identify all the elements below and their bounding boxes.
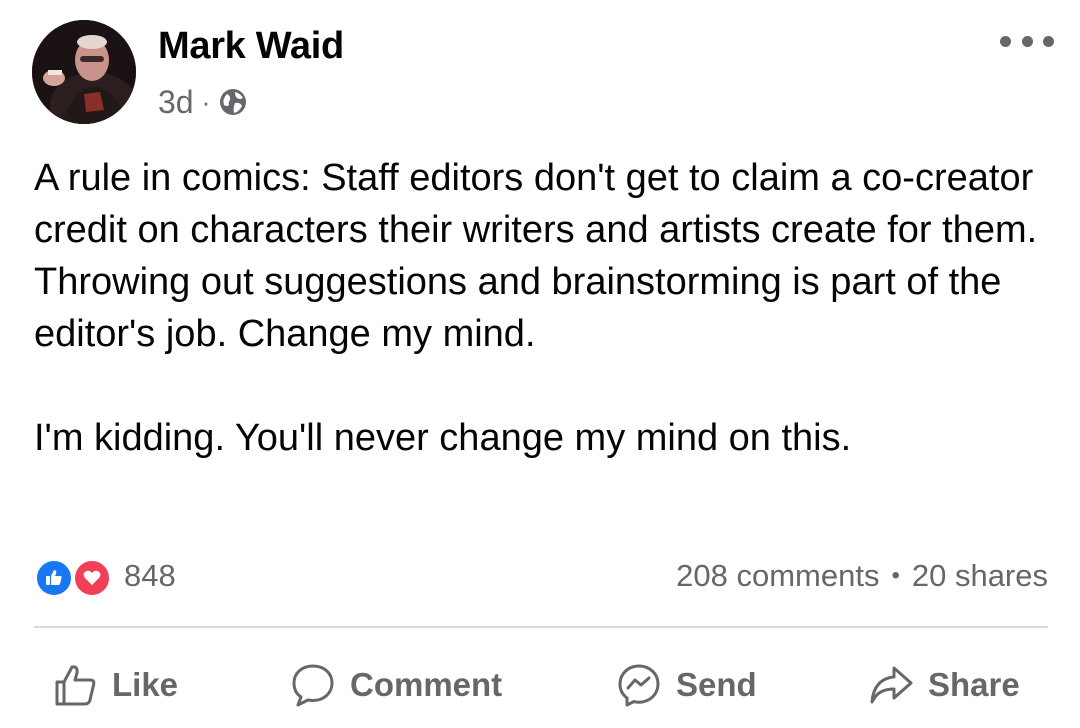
post-stats: 208 comments • 20 shares [676, 556, 1048, 596]
share-label: Share [928, 666, 1020, 703]
send-label: Send [676, 666, 757, 703]
thumbs-up-icon [55, 665, 96, 706]
comments-count-link[interactable]: 208 comments [676, 558, 879, 594]
post-time[interactable]: 3d [158, 84, 194, 121]
stats-separator: • [891, 562, 900, 589]
facebook-post: Mark Waid 3d · A rule in comics: Staff e… [0, 0, 1080, 728]
divider [34, 626, 1048, 628]
like-reaction-icon [34, 558, 74, 598]
avatar[interactable] [32, 20, 136, 124]
send-button[interactable]: Send [616, 662, 757, 708]
comment-button[interactable]: Comment [290, 662, 502, 708]
comment-bubble-icon [292, 664, 334, 707]
post-paragraph: I'm kidding. You'll never change my mind… [34, 417, 852, 459]
post-meta: 3d · [158, 82, 248, 122]
meta-separator: · [201, 86, 211, 117]
love-reaction-icon [72, 558, 112, 598]
reaction-icons [34, 556, 120, 598]
shares-count-link[interactable]: 20 shares [912, 558, 1048, 594]
action-bar: Like Comment Send Share [0, 650, 1080, 720]
more-dot-icon [1043, 35, 1054, 47]
like-button[interactable]: Like [52, 662, 178, 708]
more-dot-icon [1021, 35, 1033, 47]
share-arrow-icon [870, 666, 913, 704]
post-paragraph: A rule in comics: Staff editors don't ge… [34, 157, 1038, 355]
messenger-icon [618, 664, 660, 707]
post-text: A rule in comics: Staff editors don't ge… [34, 152, 1064, 464]
more-options-button[interactable] [1000, 26, 1054, 56]
share-button[interactable]: Share [868, 662, 1020, 708]
comment-label: Comment [350, 666, 503, 703]
reactions-summary[interactable]: 848 [34, 556, 176, 598]
reaction-count: 848 [124, 558, 176, 593]
like-label: Like [112, 666, 179, 703]
author-name[interactable]: Mark Waid [158, 25, 344, 68]
globe-icon[interactable] [218, 87, 248, 117]
avatar-photo [32, 20, 136, 124]
more-dot-icon [1000, 35, 1011, 47]
